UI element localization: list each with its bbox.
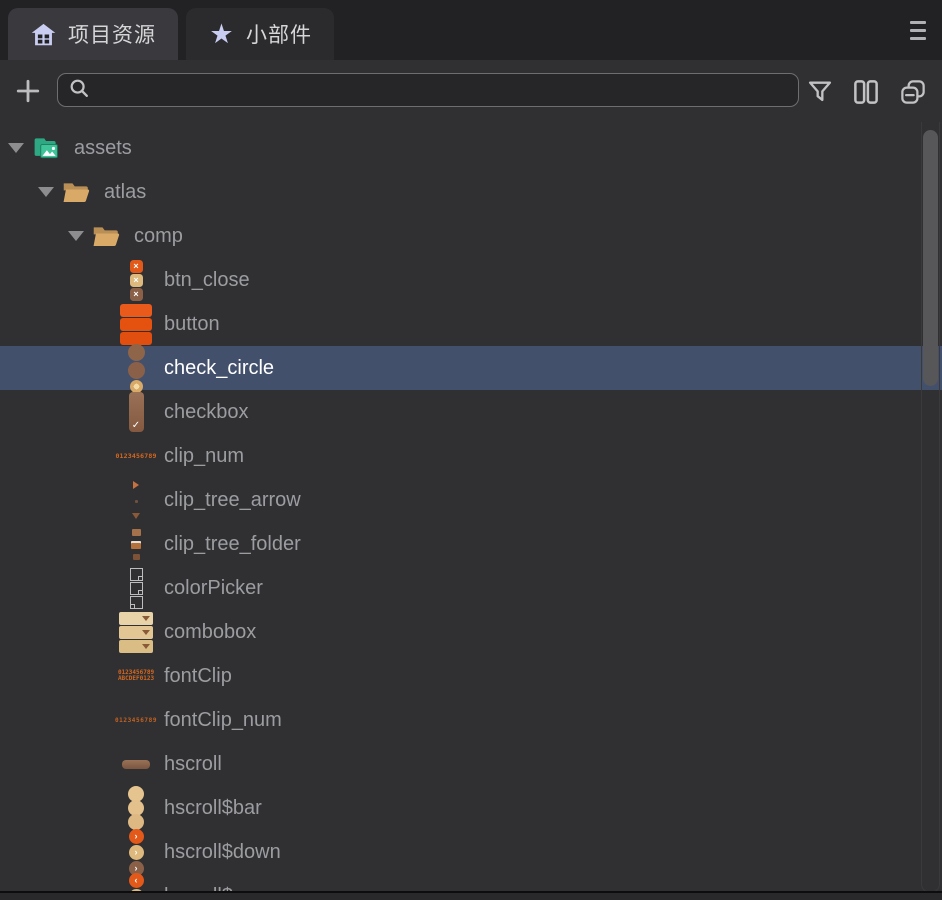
tree-row[interactable]: check_circle bbox=[0, 346, 942, 390]
filter-icon[interactable] bbox=[805, 77, 835, 107]
tree-row[interactable]: ✓ checkbox bbox=[0, 390, 942, 434]
tree-row-label: check_circle bbox=[164, 357, 274, 380]
checkbox-icon: ✓ bbox=[122, 390, 150, 434]
tree-row-label: hscroll$bar bbox=[164, 797, 262, 820]
tab-bar: 项目资源 ★ 小部件 bbox=[0, 0, 942, 60]
expand-arrow-icon bbox=[94, 610, 118, 654]
expand-arrow-icon bbox=[94, 302, 118, 346]
star-icon: ★ bbox=[208, 21, 235, 48]
expand-arrow-icon[interactable] bbox=[34, 170, 58, 214]
hscroll-down-icon: › › › bbox=[122, 830, 150, 874]
split-columns-icon[interactable] bbox=[851, 77, 881, 107]
home-icon bbox=[30, 21, 57, 48]
search-box[interactable] bbox=[57, 73, 799, 107]
folder-icon bbox=[62, 170, 90, 214]
tree-row-label: combobox bbox=[164, 621, 256, 644]
tree-row[interactable]: combobox bbox=[0, 610, 942, 654]
panel-bottom-edge bbox=[0, 891, 942, 900]
expand-arrow-icon bbox=[94, 390, 118, 434]
tree-row-label: hscroll$down bbox=[164, 841, 281, 864]
expand-arrow-icon bbox=[94, 522, 118, 566]
tree-row-label: clip_tree_folder bbox=[164, 533, 301, 556]
tree-row-label: atlas bbox=[104, 181, 146, 204]
tree-row-label: button bbox=[164, 313, 220, 336]
font-clip-num-icon: 0123456789 bbox=[122, 698, 150, 742]
expand-arrow-icon[interactable] bbox=[64, 214, 88, 258]
tree-row[interactable]: button bbox=[0, 302, 942, 346]
expand-arrow-icon bbox=[94, 346, 118, 390]
tree-row[interactable]: › › › hscroll$down bbox=[0, 830, 942, 874]
tab-widgets[interactable]: ★ 小部件 bbox=[186, 8, 334, 60]
expand-arrow-icon bbox=[94, 786, 118, 830]
tree-row-label: fontClip bbox=[164, 665, 232, 688]
button-icon bbox=[122, 302, 150, 346]
expand-arrow-icon bbox=[94, 654, 118, 698]
tree-row[interactable]: hscroll bbox=[0, 742, 942, 786]
clip-tree-arrow-icon bbox=[122, 478, 150, 522]
add-button[interactable] bbox=[10, 72, 46, 110]
tree-row-label: assets bbox=[74, 137, 132, 160]
tree-row[interactable]: clip_tree_folder bbox=[0, 522, 942, 566]
tree-row[interactable]: assets bbox=[0, 126, 942, 170]
hscroll-icon bbox=[122, 742, 150, 786]
tab-label: 项目资源 bbox=[68, 19, 156, 49]
expand-arrow-icon bbox=[94, 258, 118, 302]
collapse-all-icon[interactable] bbox=[898, 77, 928, 107]
tree-row[interactable]: hscroll$bar bbox=[0, 786, 942, 830]
expand-arrow-icon bbox=[94, 742, 118, 786]
color-picker-icon bbox=[122, 566, 150, 610]
expand-arrow-icon bbox=[94, 830, 118, 874]
tree-row-label: comp bbox=[134, 225, 183, 248]
hscroll-bar-icon bbox=[122, 786, 150, 830]
tree-row-label: colorPicker bbox=[164, 577, 263, 600]
tree-row[interactable]: atlas bbox=[0, 170, 942, 214]
tree-row-label: btn_close bbox=[164, 269, 250, 292]
resource-tree: assets atlas comp × × × btn_close bbox=[0, 122, 942, 893]
tree-row[interactable]: 0123456789 fontClip_num bbox=[0, 698, 942, 742]
tree-row[interactable]: 0123456789 ABCDEF0123 fontClip bbox=[0, 654, 942, 698]
expand-arrow-icon bbox=[94, 478, 118, 522]
toolbar bbox=[0, 60, 942, 122]
tab-project-resources[interactable]: 项目资源 bbox=[8, 8, 178, 60]
clip-num-icon: 0123456789 bbox=[122, 434, 150, 478]
tree-row-label: clip_tree_arrow bbox=[164, 489, 301, 512]
tab-label: 小部件 bbox=[246, 19, 312, 49]
btn-close-icon: × × × bbox=[122, 258, 150, 302]
tree-row[interactable]: clip_tree_arrow bbox=[0, 478, 942, 522]
tree-row[interactable]: 0123456789 clip_num bbox=[0, 434, 942, 478]
check-circle-icon bbox=[122, 346, 150, 390]
expand-arrow-icon bbox=[94, 434, 118, 478]
search-input[interactable] bbox=[98, 79, 742, 102]
expand-arrow-icon bbox=[94, 566, 118, 610]
combobox-icon bbox=[122, 610, 150, 654]
assets-folder-icon bbox=[32, 126, 60, 170]
tree-row-label: hscroll bbox=[164, 753, 222, 776]
folder-icon bbox=[92, 214, 120, 258]
search-icon bbox=[68, 77, 90, 104]
tree-row-label: checkbox bbox=[164, 401, 249, 424]
clip-tree-folder-icon bbox=[122, 522, 150, 566]
scrollbar-thumb[interactable] bbox=[923, 130, 938, 386]
font-clip-icon: 0123456789 ABCDEF0123 bbox=[122, 654, 150, 698]
tree-row[interactable]: colorPicker bbox=[0, 566, 942, 610]
tree-row[interactable]: × × × btn_close bbox=[0, 258, 942, 302]
tree-row-label: fontClip_num bbox=[164, 709, 282, 732]
expand-arrow-icon[interactable] bbox=[4, 126, 28, 170]
tree-row-label: clip_num bbox=[164, 445, 244, 468]
hamburger-icon[interactable] bbox=[910, 21, 926, 40]
tree-row[interactable]: comp bbox=[0, 214, 942, 258]
